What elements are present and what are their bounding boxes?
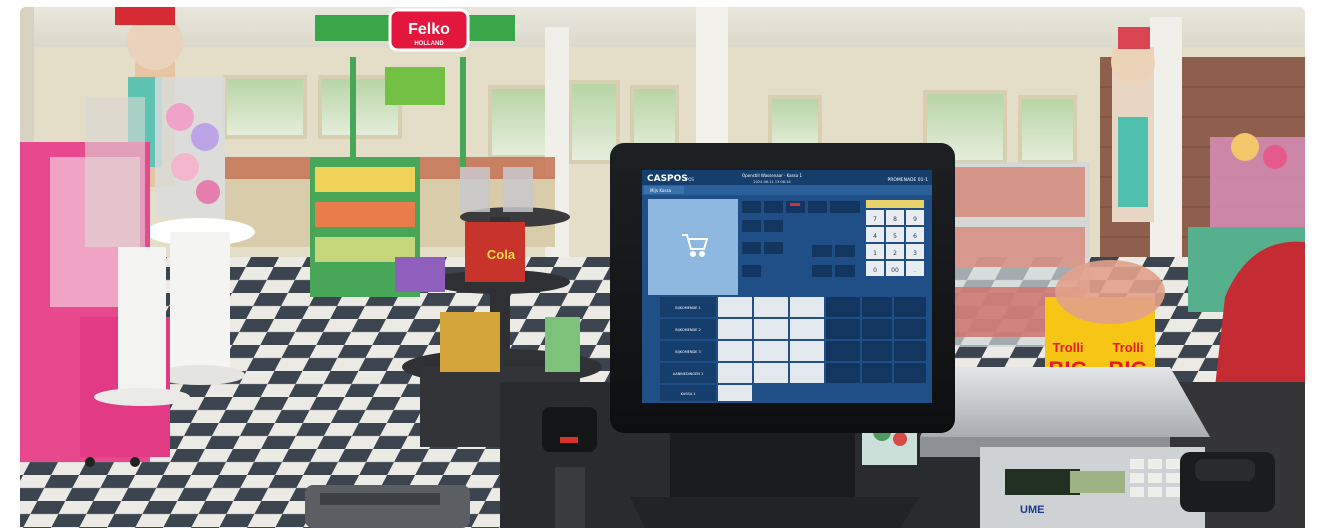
pos-brand: CASPOS xyxy=(647,174,688,184)
pos-terminal: CASPOS POS Openstill Wassenaar · Kassa 1… xyxy=(610,143,955,433)
pos-header-center: Openstill Wassenaar · Kassa 1 xyxy=(742,173,803,178)
store-photo: Felko HOLLAND Cola Trolli BIG Trolli BIG xyxy=(20,7,1305,528)
pos-tab-label: Mijn Kassa xyxy=(650,188,672,193)
cola-label: Cola xyxy=(487,247,516,262)
keypad-key: . xyxy=(914,267,916,274)
trolli-right-brand: Trolli xyxy=(1112,340,1143,355)
pos-header-right: PROMENADE 01-1 xyxy=(887,177,928,183)
category-button-label: KASSA 1 xyxy=(681,392,696,396)
keypad-key: 6 xyxy=(913,233,917,240)
pos-stand xyxy=(670,422,855,502)
desk-phone xyxy=(1180,452,1275,512)
trolli-left-brand: Trolli xyxy=(1052,340,1083,355)
keypad-key: 8 xyxy=(893,216,897,223)
keypad-key: 00 xyxy=(891,267,899,274)
keypad-key: 4 xyxy=(873,233,877,240)
pos-category-buttons[interactable]: BIJKOMENDE 1 BIJKOMENDE 2 BIJKOMENDE 3 A… xyxy=(660,297,716,401)
mascot-statue-right xyxy=(1111,27,1155,222)
column xyxy=(696,7,728,157)
keypad-key: 3 xyxy=(913,250,917,257)
category-button-label: BIJKOMENDE 2 xyxy=(675,328,700,332)
felko-sign-text: Felko xyxy=(408,21,450,38)
pos-brand-suffix: POS xyxy=(686,177,695,182)
pos-cart-panel[interactable] xyxy=(648,199,738,295)
keypad-key: 2 xyxy=(893,250,897,257)
column xyxy=(1150,17,1182,297)
scale-brand: UME xyxy=(1020,504,1044,516)
keypad-key: 0 xyxy=(873,267,877,274)
pos-header-date: 2024-06-11 13:08:16 xyxy=(753,180,790,184)
white-pedestal xyxy=(118,247,166,397)
category-button-label: BIJKOMENDE 1 xyxy=(675,306,700,310)
receipt-printer xyxy=(305,485,470,528)
category-button-label: BIJKOMENDE 3 xyxy=(675,350,700,354)
keypad-key: 5 xyxy=(893,233,897,240)
photo-frame: Felko HOLLAND Cola Trolli BIG Trolli BIG xyxy=(20,7,1305,528)
keypad-key: 1 xyxy=(873,250,877,257)
pos-keypad[interactable]: 7 8 9 4 5 6 1 2 3 0 00 . xyxy=(866,200,924,276)
keypad-key: 9 xyxy=(913,216,917,223)
keypad-key: 7 xyxy=(873,216,877,223)
category-button-label: AANBIEDINGEN 1 xyxy=(673,372,703,376)
felko-sign-subtext: HOLLAND xyxy=(414,41,444,47)
